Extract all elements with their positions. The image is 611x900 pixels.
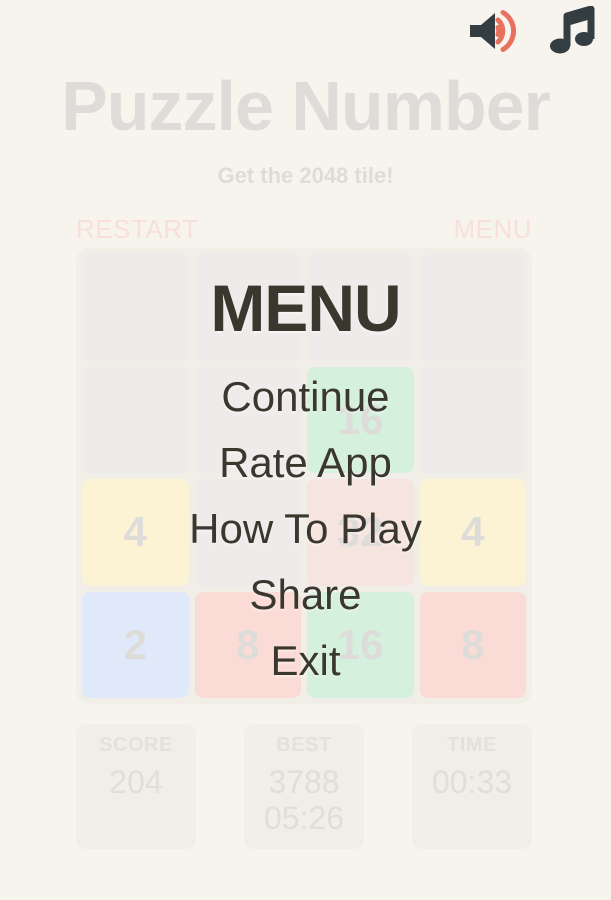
- control-button-row: RESTART MENU: [76, 214, 532, 245]
- top-icon-bar: [465, 5, 599, 56]
- time-value: 00:33: [431, 764, 513, 800]
- menu-button[interactable]: MENU: [453, 214, 532, 245]
- restart-button[interactable]: RESTART: [76, 214, 198, 245]
- page-subtitle: Get the 2048 tile!: [217, 163, 394, 188]
- speaker-on-icon[interactable]: [465, 8, 521, 54]
- best-value: 3788 05:26: [263, 764, 345, 836]
- menu-item-list: Continue Rate App How To Play Share Exit: [189, 346, 422, 682]
- menu-overlay-title: MENU: [210, 271, 401, 345]
- menu-overlay: MENU Continue Rate App How To Play Share Exi…: [0, 248, 611, 748]
- menu-item-rate-app[interactable]: Rate App: [219, 442, 392, 484]
- score-value: 204: [109, 764, 163, 800]
- menu-item-exit[interactable]: Exit: [270, 640, 340, 682]
- menu-item-share[interactable]: Share: [249, 574, 361, 616]
- page-title: Puzzle Number: [61, 67, 551, 145]
- menu-item-how-to-play[interactable]: How To Play: [189, 508, 422, 550]
- menu-item-continue[interactable]: Continue: [221, 376, 389, 418]
- music-note-icon[interactable]: [547, 5, 599, 56]
